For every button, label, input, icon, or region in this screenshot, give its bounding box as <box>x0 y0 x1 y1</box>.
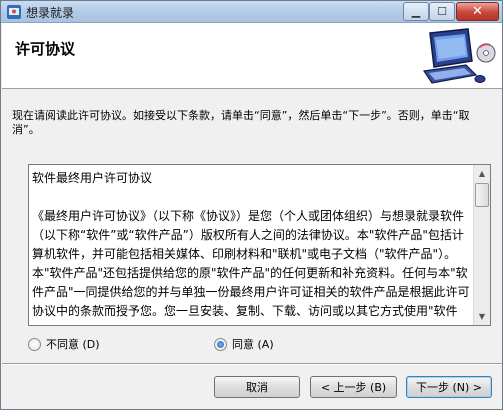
instruction-text: 现在请阅读此许可协议。如接受以下条款，请单击“同意”，然后单击“下一步”。否则，… <box>12 109 470 136</box>
vertical-scrollbar[interactable]: ▲ ▼ <box>473 165 490 325</box>
cancel-button[interactable]: 取消 <box>214 376 300 398</box>
license-heading: 软件最终用户许可协议 <box>32 171 153 185</box>
scroll-down-button[interactable]: ▼ <box>474 308 490 325</box>
app-icon <box>7 5 21 19</box>
license-textbox[interactable]: 软件最终用户许可协议 《最终用户许可协议》（以下称《协议》）是您（个人或团体组织… <box>28 164 491 326</box>
accept-radio[interactable]: 同意 (A) <box>214 337 274 351</box>
installer-window: 想录就录 ▁ ☐ ✕ 许可协议 现在请阅读此许可协议。如接受以下条款，请单击“同… <box>0 0 503 410</box>
decline-radio[interactable]: 不同意 (D) <box>28 337 100 351</box>
maximize-icon: ☐ <box>437 5 447 18</box>
next-button[interactable]: 下一步 (N) > <box>406 376 492 398</box>
footer-divider <box>2 363 502 365</box>
accept-radio-circle[interactable] <box>214 337 227 351</box>
back-button[interactable]: < 上一步 (B) <box>310 376 397 398</box>
scroll-thumb[interactable] <box>475 183 489 207</box>
window-title: 想录就录 <box>26 6 75 20</box>
scroll-up-button[interactable]: ▲ <box>474 165 490 182</box>
header-panel: 许可协议 <box>2 23 502 89</box>
title-bar[interactable]: 想录就录 ▁ ☐ ✕ <box>1 1 502 23</box>
close-button[interactable]: ✕ <box>456 2 499 21</box>
minimize-icon: ▁ <box>411 5 421 18</box>
radio-selected-dot <box>217 340 224 348</box>
scroll-down-icon: ▼ <box>478 312 486 321</box>
license-body: 《最终用户许可协议》（以下称《协议》）是您（个人或团体组织）与想录就录软件（以下… <box>32 209 470 318</box>
accept-label: 同意 (A) <box>232 338 274 351</box>
decline-label: 不同意 (D) <box>46 338 100 351</box>
computer-illustration-icon <box>422 28 496 84</box>
decline-radio-circle[interactable] <box>28 337 41 351</box>
minimize-button[interactable]: ▁ <box>403 2 429 21</box>
license-content: 软件最终用户许可协议 《最终用户许可协议》（以下称《协议》）是您（个人或团体组织… <box>32 169 470 321</box>
maximize-button[interactable]: ☐ <box>429 2 455 21</box>
scroll-up-icon: ▲ <box>478 169 486 178</box>
page-title: 许可协议 <box>15 40 76 58</box>
close-icon: ✕ <box>472 4 483 19</box>
